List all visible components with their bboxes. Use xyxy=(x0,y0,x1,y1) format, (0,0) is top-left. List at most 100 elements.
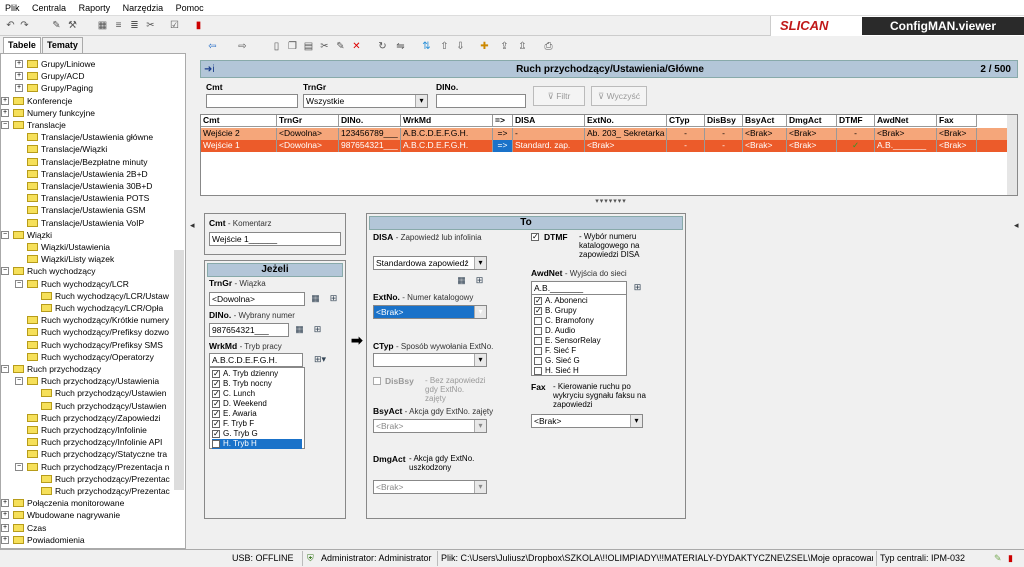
tree-item[interactable]: Translacje/Ustawienia 30B+D xyxy=(1,180,185,192)
checkbox-item[interactable]: ✓ B. Tryb nocny xyxy=(212,379,302,389)
tree-item[interactable]: + Numery funkcyjne xyxy=(1,107,185,119)
extno-select[interactable]: <Brak> xyxy=(373,305,487,319)
filter-trngr-select[interactable]: Wszystkie xyxy=(303,94,428,108)
pick-icon[interactable]: ⊞ xyxy=(311,323,324,335)
tree-item[interactable]: + Grupy/ACD xyxy=(1,70,185,82)
collapse-right-icon[interactable]: ◂ xyxy=(1014,220,1019,231)
table-row[interactable]: Wejście 2 <Dowolna> 123456789___ A.B.C.D.E.… xyxy=(201,128,1017,140)
dmgact-select[interactable]: <Brak> xyxy=(373,480,487,494)
back-arrow-icon[interactable]: ⇦ xyxy=(206,40,219,53)
table-row[interactable]: Wejście 1 <Dowolna> 987654321___ A.B.C.D.E.… xyxy=(201,140,1017,152)
expand-icon[interactable]: + xyxy=(1,511,9,520)
wrkmd-input[interactable]: A.B.C.D.E.F.G.H. xyxy=(209,353,303,367)
menu-plik[interactable]: Plik xyxy=(0,0,25,13)
pick-icon[interactable]: ⊞ xyxy=(473,274,486,286)
checkbox[interactable]: ✓ xyxy=(212,380,220,388)
checkbox-item[interactable]: C. Bramofony xyxy=(534,316,624,326)
collapse-icon[interactable]: − xyxy=(15,462,23,471)
pick-icon[interactable]: ⊞ xyxy=(327,292,340,304)
tree-item[interactable]: Ruch przychodzący/Ustawien xyxy=(1,387,185,399)
column-header[interactable]: DisBsy xyxy=(705,115,743,127)
new-doc-icon[interactable]: ▯ xyxy=(270,40,283,53)
cut-icon[interactable]: ✂ xyxy=(318,40,331,53)
pick-dropdown-icon[interactable]: ⊞▾ xyxy=(309,353,331,365)
import-icon[interactable]: ⇫ xyxy=(516,40,529,53)
checkbox[interactable] xyxy=(534,347,542,355)
awdnet-input[interactable]: A.B._______ xyxy=(531,281,627,295)
calendar-icon[interactable]: ▦ xyxy=(309,292,322,304)
calendar-icon[interactable]: ▦ xyxy=(293,323,306,335)
report-icon[interactable]: ☑ xyxy=(168,19,181,32)
tree-item[interactable]: − Ruch przychodzący/Ustawienia xyxy=(1,375,185,387)
checkbox[interactable]: ✓ xyxy=(212,410,220,418)
checkbox-item[interactable]: ✓ C. Lunch xyxy=(212,389,302,399)
tree-item[interactable]: + Połączenia monitorowane xyxy=(1,497,185,509)
checkbox-item[interactable]: D. Audio xyxy=(534,326,624,336)
tree-item[interactable]: + Wbudowane nagrywanie xyxy=(1,509,185,521)
bsyact-select[interactable]: <Brak> xyxy=(373,419,487,433)
forward-arrow-icon[interactable]: ⇨ xyxy=(236,40,249,53)
checkbox[interactable]: ✓ xyxy=(212,390,220,398)
checkbox[interactable]: ✓ xyxy=(534,297,542,305)
bars-icon[interactable]: ≣ xyxy=(128,19,141,32)
filter-dino-input[interactable] xyxy=(436,94,526,108)
checkbox[interactable]: ✓ xyxy=(212,370,220,378)
splitter-handle[interactable]: ▾▾▾▾▾▾▾ xyxy=(566,197,656,205)
tree-item[interactable]: Translacje/Ustawienia POTS xyxy=(1,192,185,204)
delete-icon[interactable]: ✕ xyxy=(350,40,363,53)
expand-icon[interactable]: + xyxy=(1,523,9,532)
menu-pomoc[interactable]: Pomoc xyxy=(171,0,209,13)
phone-icon[interactable]: ▮ xyxy=(192,19,205,32)
tree-item[interactable]: Ruch przychodzący/Ustawien xyxy=(1,400,185,412)
expand-icon[interactable]: + xyxy=(1,535,9,544)
column-header[interactable]: DmgAct xyxy=(787,115,837,127)
collapse-left-icon[interactable]: ◂ xyxy=(190,220,195,231)
copy-doc-icon[interactable]: ❐ xyxy=(286,40,299,53)
tree-item[interactable]: + Grupy/Liniowe xyxy=(1,58,185,70)
add-row-icon[interactable]: ✚ xyxy=(478,40,491,53)
redo-icon[interactable]: ↷ xyxy=(18,19,31,32)
move-up-icon[interactable]: ⇧ xyxy=(438,40,451,53)
refresh-icon[interactable]: ↻ xyxy=(376,40,389,53)
wrench-icon[interactable]: ⚒ xyxy=(66,19,79,32)
tree-item[interactable]: Ruch przychodzący/Prezentac xyxy=(1,473,185,485)
expand-icon[interactable]: + xyxy=(1,108,9,117)
ctyp-select[interactable] xyxy=(373,353,487,367)
tree-item[interactable]: − Ruch przychodzący xyxy=(1,363,185,375)
tag-icon[interactable]: ✂ xyxy=(144,19,157,32)
tree-item[interactable]: + Powiadomienia xyxy=(1,534,185,546)
filter-button[interactable]: ⊽ Filtr xyxy=(533,86,585,106)
expand-icon[interactable]: + xyxy=(15,72,23,81)
tree-item[interactable]: − Ruch wychodzący xyxy=(1,265,185,277)
checkbox[interactable] xyxy=(534,367,542,375)
checkbox[interactable]: ✓ xyxy=(534,307,542,315)
expand-icon[interactable]: + xyxy=(1,499,9,508)
column-header[interactable]: => xyxy=(493,115,513,127)
tree-item[interactable]: Ruch przychodzący/Infolinie xyxy=(1,424,185,436)
tree-item[interactable]: Translacje/Bezpłatne minuty xyxy=(1,156,185,168)
clear-button[interactable]: ⊽ Wyczyść xyxy=(591,86,647,106)
tree-item[interactable]: Ruch wychodzący/Krótkie numery xyxy=(1,314,185,326)
dino-input[interactable]: 987654321___ xyxy=(209,323,289,337)
checkbox-item[interactable]: E. SensorRelay xyxy=(534,336,624,346)
pick-icon[interactable]: ⊞ xyxy=(631,281,644,293)
expand-icon[interactable]: + xyxy=(15,60,23,68)
column-header[interactable]: WrkMd xyxy=(401,115,493,127)
dtmf-checkbox[interactable]: ✓ xyxy=(531,233,539,241)
tab-tematy[interactable]: Tematy xyxy=(42,37,83,53)
checkbox-item[interactable]: G. Sieć G xyxy=(534,356,624,366)
tree-item[interactable]: + Czas xyxy=(1,522,185,534)
tree-item[interactable]: − Wiązki xyxy=(1,229,185,241)
collapse-icon[interactable]: − xyxy=(15,377,23,386)
menu-centrala[interactable]: Centrala xyxy=(27,0,71,13)
fax-select[interactable]: <Brak> xyxy=(531,414,643,428)
collapse-icon[interactable]: − xyxy=(15,279,23,288)
tree-item[interactable]: − Ruch wychodzący/LCR xyxy=(1,278,185,290)
tree-item[interactable]: Ruch wychodzący/LCR/Ustaw xyxy=(1,290,185,302)
trngr-input[interactable]: <Dowolna> xyxy=(209,292,305,306)
checkbox-item[interactable]: H. Sieć H xyxy=(534,366,624,376)
checkbox-item[interactable]: F. Sieć F xyxy=(534,346,624,356)
tree-item[interactable]: Translacje/Ustawienia VoIP xyxy=(1,217,185,229)
column-header[interactable]: ExtNo. xyxy=(585,115,667,127)
tree-item[interactable]: Ruch przychodzący/Infolinie API xyxy=(1,436,185,448)
